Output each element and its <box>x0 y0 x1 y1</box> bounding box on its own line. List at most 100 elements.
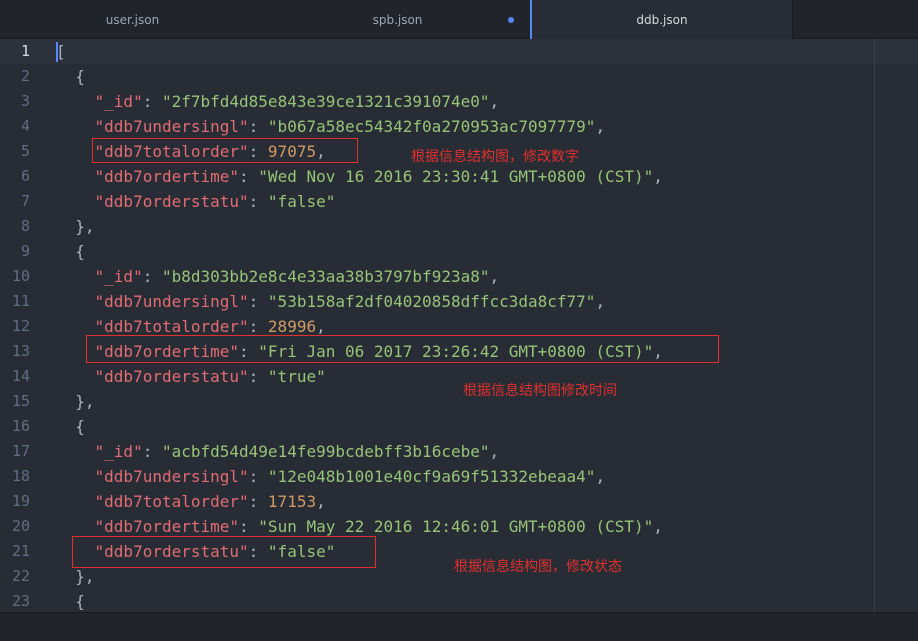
json-punctuation: , <box>489 92 500 111</box>
tab-ddb-json[interactable]: ddb.json <box>530 0 793 39</box>
line-number: 22 <box>11 567 30 585</box>
line-number: 11 <box>11 292 30 310</box>
line-number: 21 <box>11 542 30 560</box>
code-line[interactable]: "ddb7undersingl": "53b158af2df04020858df… <box>56 289 606 314</box>
json-punctuation <box>56 317 95 336</box>
line-number: 9 <box>20 242 30 260</box>
line-number: 20 <box>11 517 30 535</box>
json-key: "ddb7undersingl" <box>94 117 249 136</box>
json-key: "ddb7undersingl" <box>94 292 249 311</box>
json-punctuation: : <box>248 292 268 311</box>
json-punctuation: : <box>142 267 162 286</box>
line-number: 2 <box>20 67 30 85</box>
json-string: "b8d303bb2e8c4e33aa38b3797bf923a8" <box>161 267 490 286</box>
json-punctuation: , <box>489 267 500 286</box>
code-line[interactable]: "_id": "b8d303bb2e8c4e33aa38b3797bf923a8… <box>56 264 500 289</box>
tab-label: spb.json <box>372 13 423 27</box>
code-line[interactable]: "ddb7ordertime": "Wed Nov 16 2016 23:30:… <box>56 164 663 189</box>
code-line[interactable]: "_id": "acbfd54d49e14fe99bcdebff3b16cebe… <box>56 439 500 464</box>
json-punctuation: : <box>248 367 268 386</box>
tab-user-json[interactable]: user.json <box>0 0 265 38</box>
json-punctuation: { <box>56 417 85 436</box>
line-number: 13 <box>11 342 30 360</box>
json-punctuation: : <box>239 517 259 536</box>
json-punctuation: { <box>56 67 85 86</box>
code-line[interactable]: { <box>56 414 85 439</box>
line-number: 3 <box>20 92 30 110</box>
code-line[interactable]: { <box>56 239 85 264</box>
modified-dot-icon <box>508 17 514 23</box>
code-line[interactable]: "_id": "2f7bfd4d85e843e39ce1321c391074e0… <box>56 89 500 114</box>
json-punctuation: : <box>248 317 268 336</box>
line-number: 14 <box>11 367 30 385</box>
json-punctuation: : <box>142 442 162 461</box>
json-punctuation: { <box>56 592 85 611</box>
line-number: 5 <box>20 142 30 160</box>
annotation-ordertime: 根据信息结构图修改时间 <box>463 383 617 399</box>
json-string: "Sun May 22 2016 12:46:01 GMT+0800 (CST)… <box>258 517 654 536</box>
line-number: 15 <box>11 392 30 410</box>
line-number: 4 <box>20 117 30 135</box>
code-line[interactable]: "ddb7totalorder": 17153, <box>56 489 326 514</box>
text-cursor <box>56 42 58 62</box>
line-number: 1 <box>20 42 30 60</box>
json-punctuation: , <box>595 292 606 311</box>
code-line[interactable]: "ddb7orderstatu": "true" <box>56 364 326 389</box>
json-string: "false" <box>267 192 336 211</box>
code-line[interactable]: }, <box>56 214 95 239</box>
json-punctuation <box>56 442 95 461</box>
json-string: "53b158af2df04020858dffcc3da8cf77" <box>267 292 596 311</box>
json-string: "12e048b1001e40cf9a69f51332ebeaa4" <box>267 467 596 486</box>
json-punctuation: , <box>595 467 606 486</box>
line-number: 7 <box>20 192 30 210</box>
json-string: "acbfd54d49e14fe99bcdebff3b16cebe" <box>161 442 490 461</box>
json-string: "true" <box>267 367 326 386</box>
json-punctuation <box>56 492 95 511</box>
json-number: 17153 <box>267 492 317 511</box>
tab-spb-json[interactable]: spb.json <box>265 0 530 38</box>
code-line[interactable]: { <box>56 589 85 612</box>
json-punctuation: }, <box>56 217 95 236</box>
json-punctuation <box>56 167 95 186</box>
json-key: "_id" <box>94 442 143 461</box>
code-editor[interactable]: 1 2 3 4 5 6 7 8 9 10 11 12 13 14 15 16 17 18 19 20 21 22 23 [ … <box>0 39 918 612</box>
highlight-box-ordertime <box>86 335 719 363</box>
json-punctuation <box>56 92 95 111</box>
status-bar <box>0 612 918 641</box>
line-number-gutter: 1 2 3 4 5 6 7 8 9 10 11 12 13 14 15 16 17 18 19 20 21 22 23 <box>0 39 44 612</box>
code-line[interactable]: "ddb7undersingl": "12e048b1001e40cf9a69f… <box>56 464 606 489</box>
json-punctuation: , <box>316 317 326 336</box>
tab-bar: user.json spb.json ddb.json <box>0 0 918 39</box>
json-string: "b067a58ec54342f0a270953ac7097779" <box>267 117 596 136</box>
line-number: 18 <box>11 467 30 485</box>
current-line-highlight <box>0 39 918 64</box>
json-punctuation: : <box>239 167 259 186</box>
json-key: "_id" <box>94 267 143 286</box>
json-punctuation <box>56 142 95 161</box>
annotation-totalorder: 根据信息结构图，修改数字 <box>411 149 579 165</box>
line-number: 6 <box>20 167 30 185</box>
wrap-guide <box>874 39 875 612</box>
json-punctuation <box>56 467 95 486</box>
line-number: 19 <box>11 492 30 510</box>
annotation-orderstatu: 根据信息结构图，修改状态 <box>454 559 622 575</box>
json-key: "ddb7orderstatu" <box>94 192 249 211</box>
json-key: "_id" <box>94 92 143 111</box>
code-line[interactable]: { <box>56 64 85 89</box>
code-line[interactable]: "ddb7undersingl": "b067a58ec54342f0a2709… <box>56 114 606 139</box>
highlight-box-totalorder <box>92 138 358 163</box>
json-key: "ddb7undersingl" <box>94 467 249 486</box>
json-punctuation: : <box>248 117 268 136</box>
json-punctuation <box>56 367 95 386</box>
json-punctuation <box>56 267 95 286</box>
json-punctuation <box>56 517 95 536</box>
code-line[interactable]: "ddb7orderstatu": "false" <box>56 189 336 214</box>
json-key: "ddb7totalorder" <box>94 317 249 336</box>
line-number: 8 <box>20 217 30 235</box>
line-number: 17 <box>11 442 30 460</box>
json-punctuation: , <box>489 442 500 461</box>
json-punctuation: : <box>248 467 268 486</box>
json-punctuation: , <box>595 117 606 136</box>
code-line[interactable]: }, <box>56 389 94 414</box>
json-string: "Wed Nov 16 2016 23:30:41 GMT+0800 (CST)… <box>258 167 654 186</box>
